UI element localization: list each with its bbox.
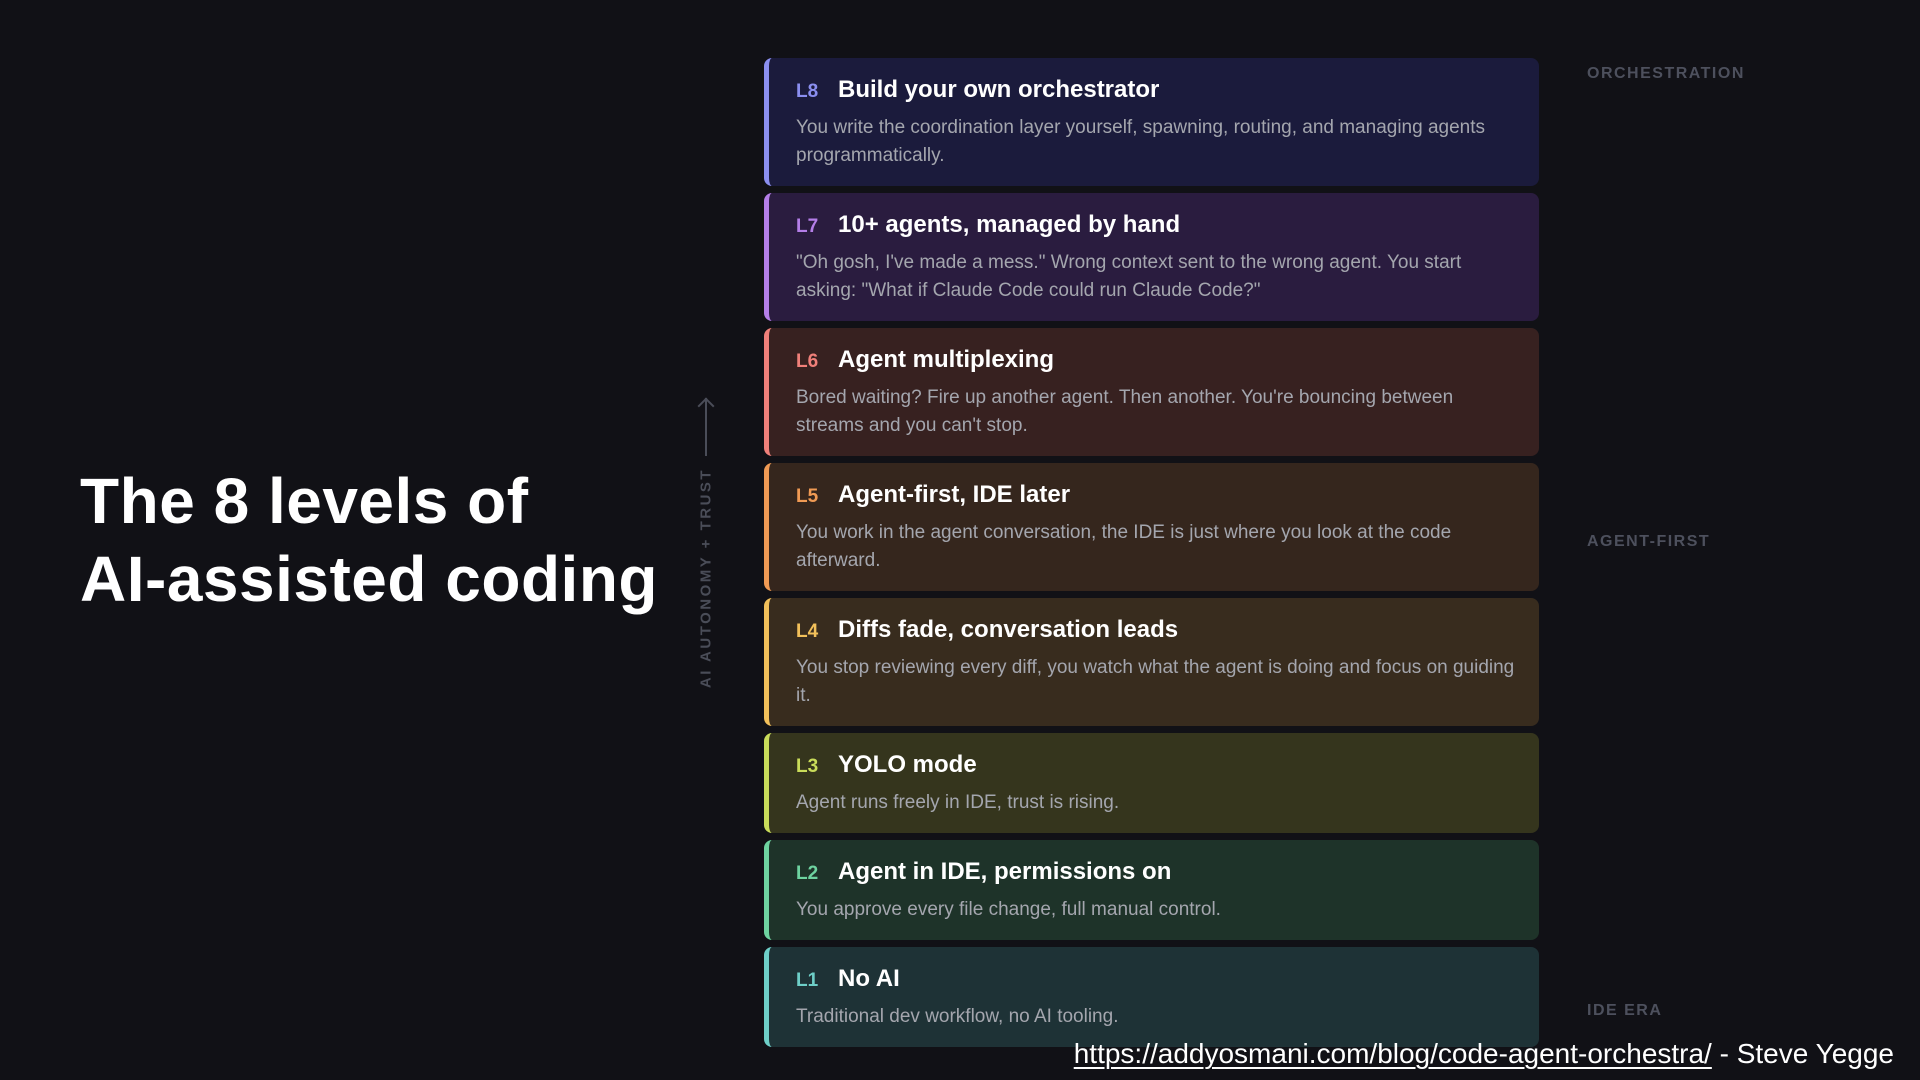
level-code: L5 <box>796 486 819 507</box>
title-line-2: AI-assisted coding <box>80 543 658 615</box>
level-header: L5 Agent-first, IDE later <box>796 481 1515 509</box>
level-header: L7 10+ agents, managed by hand <box>796 211 1515 239</box>
level-card-l6: L6 Agent multiplexing Bored waiting? Fire … <box>764 328 1539 456</box>
level-header: L1 No AI <box>796 965 1515 993</box>
level-card-l5: L5 Agent-first, IDE later You work in the … <box>764 463 1539 591</box>
title-line-1: The 8 levels of <box>80 465 529 537</box>
level-description: You write the coordination layer yoursel… <box>796 117 1486 166</box>
level-code: L8 <box>796 81 819 102</box>
level-card-l8: L8 Build your own orchestrator You write t… <box>764 58 1539 186</box>
level-card-l4: L4 Diffs fade, conversation leads You stop… <box>764 598 1539 726</box>
levels-list: L8 Build your own orchestrator You write t… <box>764 58 1539 1054</box>
level-card-l3: L3 YOLO mode Agent runs freely in IDE, tru… <box>764 733 1539 833</box>
level-description: You work in the agent conversation, the … <box>796 522 1452 571</box>
level-header: L3 YOLO mode <box>796 751 1515 779</box>
era-label-orchestration: ORCHESTRATION <box>1587 65 1745 82</box>
level-title: Agent-first, IDE later <box>838 481 1071 508</box>
level-description: You approve every file change, full manu… <box>796 899 1221 920</box>
level-description: Agent runs freely in IDE, trust is risin… <box>796 792 1120 813</box>
level-description: You stop reviewing every diff, you watch… <box>796 657 1515 706</box>
level-code: L3 <box>796 756 819 777</box>
level-code: L7 <box>796 216 819 237</box>
credit-author: - Steve Yegge <box>1711 1038 1894 1069</box>
level-title: YOLO mode <box>838 751 977 778</box>
level-description: Traditional dev workflow, no AI tooling. <box>796 1006 1119 1027</box>
era-label-ide-era: IDE ERA <box>1587 1002 1663 1019</box>
source-credit: https://addyosmani.com/blog/code-agent-o… <box>1074 1038 1894 1070</box>
slide: The 8 levels of AI-assisted coding AI AU… <box>0 0 1920 1080</box>
level-description: "Oh gosh, I've made a mess." Wrong conte… <box>796 252 1462 301</box>
level-description: Bored waiting? Fire up another agent. Th… <box>796 387 1454 436</box>
level-title: 10+ agents, managed by hand <box>838 211 1181 238</box>
level-title: Agent multiplexing <box>838 346 1054 373</box>
arrow-up-icon <box>705 398 707 456</box>
level-code: L2 <box>796 863 819 884</box>
level-code: L4 <box>796 621 819 642</box>
autonomy-axis: AI AUTONOMY + TRUST <box>690 398 722 688</box>
level-header: L6 Agent multiplexing <box>796 346 1515 374</box>
level-header: L4 Diffs fade, conversation leads <box>796 616 1515 644</box>
source-link[interactable]: https://addyosmani.com/blog/code-agent-o… <box>1074 1038 1712 1069</box>
level-title: Diffs fade, conversation leads <box>838 616 1179 643</box>
level-header: L2 Agent in IDE, permissions on <box>796 858 1515 886</box>
level-card-l2: L2 Agent in IDE, permissions on You approv… <box>764 840 1539 940</box>
level-card-l7: L7 10+ agents, managed by hand "Oh gosh, I… <box>764 193 1539 321</box>
level-header: L8 Build your own orchestrator <box>796 76 1515 104</box>
era-label-agent-first: AGENT-FIRST <box>1587 533 1711 550</box>
slide-title: The 8 levels of AI-assisted coding <box>80 462 720 618</box>
axis-label: AI AUTONOMY + TRUST <box>697 467 715 689</box>
level-card-l1: L1 No AI Traditional dev workflow, no AI t… <box>764 947 1539 1047</box>
level-title: Agent in IDE, permissions on <box>838 858 1172 885</box>
level-code: L1 <box>796 970 819 991</box>
level-title: No AI <box>838 965 900 992</box>
level-title: Build your own orchestrator <box>838 76 1160 103</box>
level-code: L6 <box>796 351 819 372</box>
